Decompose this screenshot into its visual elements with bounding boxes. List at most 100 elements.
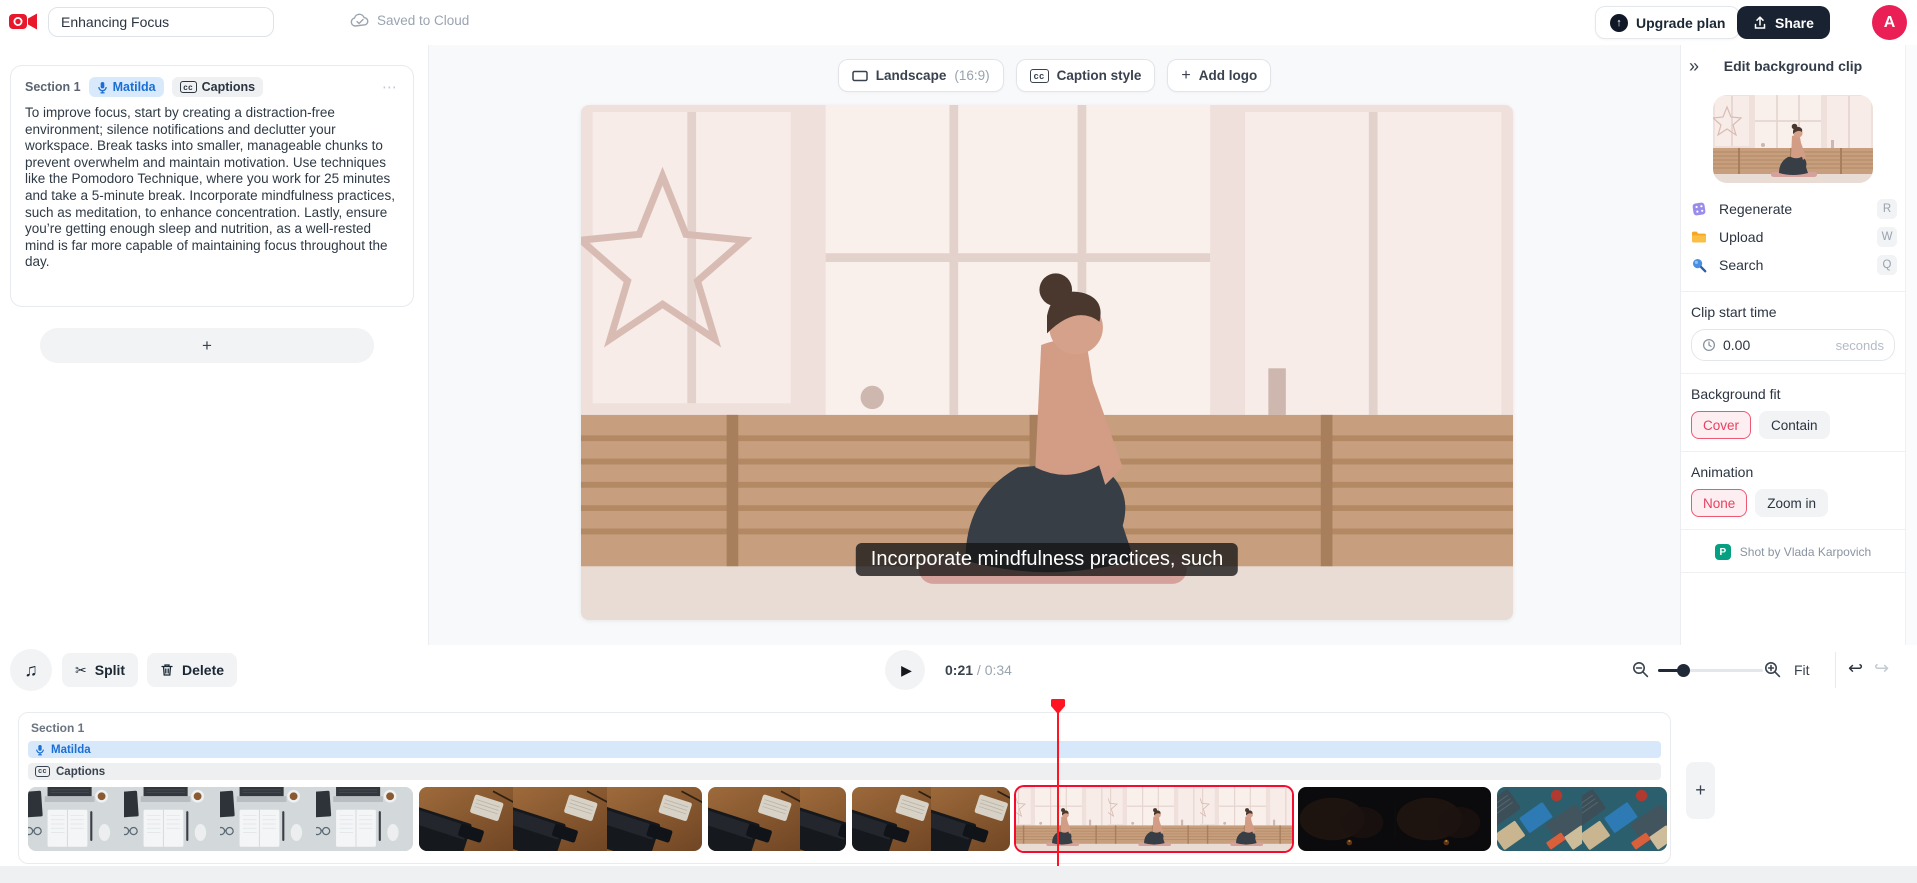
timeline-zoom-slider[interactable] xyxy=(1658,662,1763,678)
captions-badge-label: Captions xyxy=(201,80,256,94)
timeline-clip[interactable] xyxy=(419,787,702,851)
animation-label: Animation xyxy=(1691,464,1754,480)
fit-button[interactable]: Fit xyxy=(1794,662,1810,678)
video-preview[interactable]: Incorporate mindfulness practices, such xyxy=(581,105,1513,620)
folder-icon xyxy=(1691,230,1707,244)
background-fit-label: Background fit xyxy=(1691,386,1781,402)
play-button[interactable]: ▶ xyxy=(885,650,925,690)
voice-badge[interactable]: Matilda xyxy=(88,77,164,97)
playhead[interactable] xyxy=(1050,698,1066,715)
section-label: Section 1 xyxy=(25,80,81,94)
redo-button[interactable]: ↪ xyxy=(1874,658,1889,679)
timeline-clip[interactable] xyxy=(708,787,846,851)
share-button[interactable]: Share xyxy=(1737,6,1830,39)
save-status: Saved to Cloud xyxy=(350,13,469,28)
upgrade-plan-label: Upgrade plan xyxy=(1636,14,1726,31)
section-card: Section 1 Matilda cc Captions ⋯ To impro… xyxy=(10,65,414,307)
collapse-panel-icon[interactable]: » xyxy=(1689,57,1699,75)
fit-cover-button[interactable]: Cover xyxy=(1691,411,1752,439)
canvas-area: Landscape (16:9) cc Caption style + Add … xyxy=(429,45,1680,645)
avatar-initial: A xyxy=(1883,13,1896,31)
timeline-clip[interactable] xyxy=(1298,787,1491,851)
current-time: 0:21 xyxy=(945,662,974,678)
captions-track[interactable]: cc Captions xyxy=(28,763,1661,780)
upload-label: Upload xyxy=(1719,229,1764,245)
captions-track-label: Captions xyxy=(56,765,106,778)
caption-overlay[interactable]: Incorporate mindfulness practices, such xyxy=(855,543,1239,576)
captions-badge[interactable]: cc Captions xyxy=(171,77,264,97)
save-status-label: Saved to Cloud xyxy=(377,13,470,28)
fit-contain-button[interactable]: Contain xyxy=(1759,411,1830,439)
upgrade-plan-button[interactable]: ↑ Upgrade plan xyxy=(1595,6,1741,39)
split-button[interactable]: ✂ Split xyxy=(62,653,139,687)
section-menu-button[interactable]: ⋯ xyxy=(382,78,399,96)
app-logo-icon[interactable] xyxy=(8,9,38,35)
add-section-button[interactable]: + xyxy=(40,328,374,363)
timeline-clip[interactable] xyxy=(1497,787,1667,851)
voice-track[interactable]: Matilda xyxy=(28,741,1661,758)
shortcut-badge: Q xyxy=(1877,255,1897,275)
microphone-icon xyxy=(97,81,108,94)
shortcut-badge: R xyxy=(1877,199,1897,219)
caption-style-label: Caption style xyxy=(1056,68,1142,83)
regenerate-button[interactable]: Regenerate R xyxy=(1689,195,1897,223)
upload-button[interactable]: Upload W xyxy=(1689,223,1897,251)
caption-style-button[interactable]: cc Caption style xyxy=(1015,59,1156,92)
project-title-input[interactable] xyxy=(48,7,274,37)
share-icon xyxy=(1753,16,1767,30)
aspect-ratio-button[interactable]: Landscape (16:9) xyxy=(837,59,1004,92)
plus-icon: + xyxy=(1181,66,1191,84)
animation-zoom-in-button[interactable]: Zoom in xyxy=(1755,489,1829,517)
scissors-icon: ✂ xyxy=(75,661,87,678)
timeline-clip[interactable] xyxy=(852,787,1010,851)
cc-icon: cc xyxy=(35,766,50,777)
avatar[interactable]: A xyxy=(1872,5,1907,40)
voice-badge-label: Matilda xyxy=(112,80,156,94)
trash-icon xyxy=(160,663,174,677)
share-label: Share xyxy=(1775,14,1814,31)
aspect-ratio-value: (16:9) xyxy=(954,68,990,83)
clip-thumbnail-image xyxy=(1713,95,1873,183)
upgrade-arrow-icon: ↑ xyxy=(1610,13,1628,32)
script-text[interactable]: To improve focus, start by creating a di… xyxy=(25,105,399,271)
timeline-section-label: Section 1 xyxy=(31,721,85,735)
cloud-check-icon xyxy=(350,13,370,28)
add-logo-button[interactable]: + Add logo xyxy=(1167,59,1272,92)
animation-none-button[interactable]: None xyxy=(1691,489,1748,517)
timeline-zoom-in-button[interactable] xyxy=(1764,661,1781,678)
zoom-out-icon xyxy=(1632,661,1649,678)
script-panel: Section 1 Matilda cc Captions ⋯ To impro… xyxy=(0,45,429,645)
credit-text: Shot by Vlada Karpovich xyxy=(1739,545,1872,559)
landscape-frame-icon xyxy=(852,70,868,82)
clip-start-input[interactable]: 0.00 seconds xyxy=(1691,329,1895,361)
delete-button[interactable]: Delete xyxy=(147,653,238,687)
magnifier-icon xyxy=(1691,257,1707,273)
dice-icon xyxy=(1691,201,1707,217)
search-button[interactable]: Search Q xyxy=(1689,251,1897,279)
playhead-marker-icon xyxy=(1050,698,1066,715)
timeline-zoom-out-button[interactable] xyxy=(1632,661,1649,678)
music-button[interactable]: ♫ xyxy=(10,649,52,691)
panel-title: Edit background clip xyxy=(1723,58,1863,74)
add-clip-button[interactable]: + xyxy=(1686,762,1715,819)
delete-label: Delete xyxy=(182,662,225,678)
clip-thumbnail[interactable] xyxy=(1713,95,1873,183)
zoom-in-icon xyxy=(1764,661,1781,678)
cc-icon: cc xyxy=(179,81,197,93)
filmstrip xyxy=(28,787,1667,851)
shortcut-badge: W xyxy=(1877,227,1897,247)
add-logo-label: Add logo xyxy=(1198,68,1258,83)
horizontal-scrollbar[interactable] xyxy=(0,866,1917,883)
regenerate-label: Regenerate xyxy=(1719,201,1793,217)
clock-icon xyxy=(1702,338,1716,352)
timeline-section: Section 1 Matilda cc Captions xyxy=(18,712,1671,864)
panel-scrollbar-gutter[interactable] xyxy=(1905,45,1917,645)
timeline-clip[interactable] xyxy=(28,787,413,851)
playhead-line[interactable] xyxy=(1057,712,1059,866)
split-label: Split xyxy=(94,662,126,678)
topbar: Saved to Cloud ↑ Upgrade plan Share A xyxy=(0,0,1917,46)
slider-thumb[interactable] xyxy=(1677,664,1690,677)
divider xyxy=(1835,652,1836,688)
aspect-label: Landscape xyxy=(875,68,947,83)
undo-button[interactable]: ↩ xyxy=(1848,658,1863,679)
